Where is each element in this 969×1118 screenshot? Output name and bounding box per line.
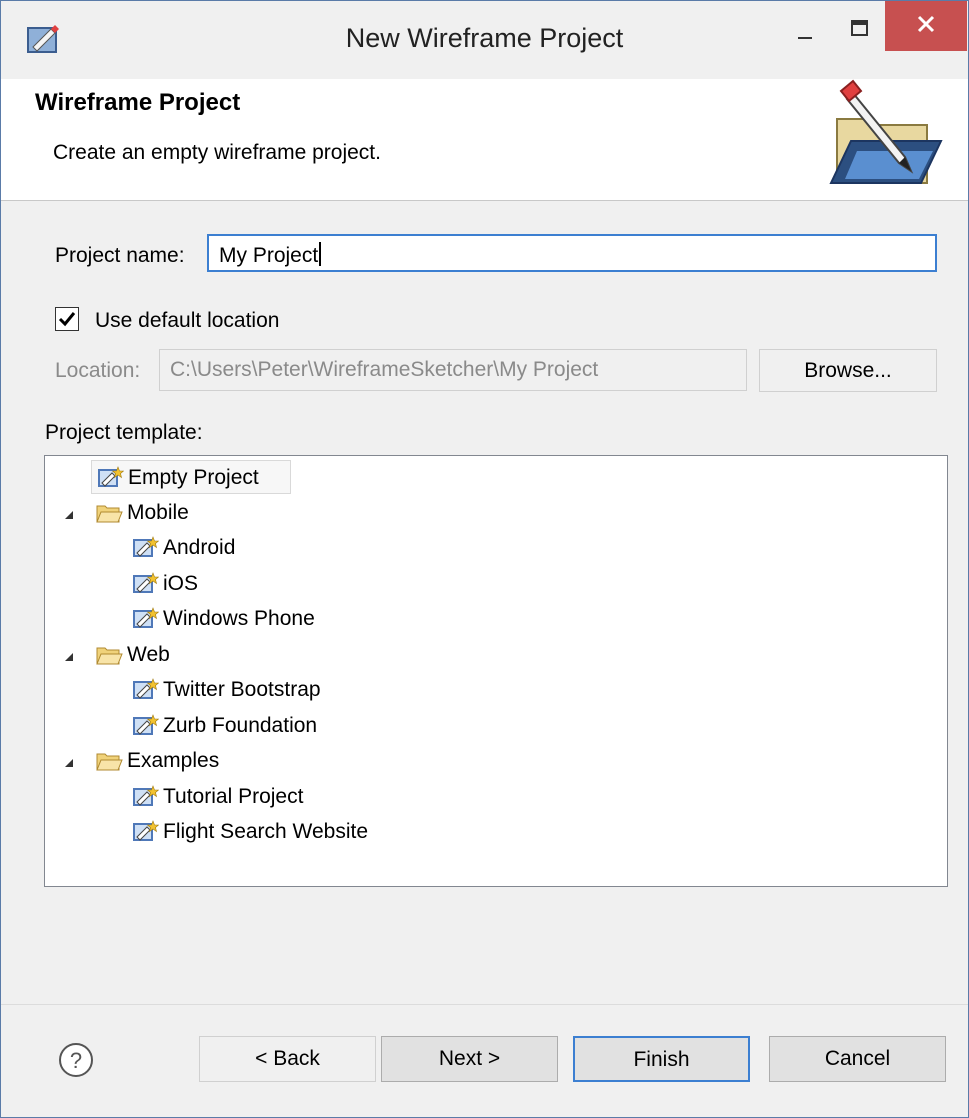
close-icon[interactable] <box>885 1 967 51</box>
cancel-button[interactable]: Cancel <box>769 1036 946 1082</box>
expanded-triangle-icon[interactable] <box>63 756 75 768</box>
project-name-input[interactable]: My Project <box>207 234 937 272</box>
tree-item-label: Mobile <box>127 500 189 524</box>
template-icon <box>133 571 159 593</box>
tree-item-label: Empty Project <box>128 466 259 489</box>
project-template-label: Project template: <box>45 421 203 444</box>
title-bar[interactable]: New Wireframe Project <box>1 1 968 79</box>
tree-template-item[interactable]: Empty Project <box>91 460 291 494</box>
template-icon <box>133 784 159 806</box>
tree-item-label: Android <box>163 536 236 559</box>
next-button[interactable]: Next > <box>381 1036 558 1082</box>
expanded-triangle-icon[interactable] <box>63 650 75 662</box>
template-icon <box>133 536 159 557</box>
tree-item-label: Web <box>127 642 170 666</box>
use-default-location-checkbox[interactable] <box>55 307 79 331</box>
use-default-location-label[interactable]: Use default location <box>95 309 279 333</box>
folder-open-icon <box>96 647 123 664</box>
footer-divider <box>1 1004 968 1005</box>
template-icon <box>133 607 159 628</box>
location-label: Location: <box>55 359 141 382</box>
template-icon <box>133 678 159 699</box>
wizard-header: Wireframe Project Create an empty wirefr… <box>1 79 968 201</box>
text-caret <box>319 242 322 266</box>
back-button: < Back <box>199 1036 376 1082</box>
tree-item-label: Zurb Foundation <box>163 713 318 737</box>
folder-open-icon <box>96 505 123 522</box>
template-icon <box>98 466 124 487</box>
tree-item-label: Tutorial Project <box>163 784 304 808</box>
browse-button: Browse... <box>759 349 937 392</box>
dialog-window: New Wireframe Project Wireframe Project … <box>0 0 969 1118</box>
finish-button[interactable]: Finish <box>573 1036 750 1082</box>
help-icon[interactable]: ? <box>57 1041 95 1079</box>
folder-open-icon <box>96 753 123 771</box>
project-template-tree[interactable]: Empty Project Mobile Android iOS Windows Pho… <box>44 455 948 887</box>
page-description: Create an empty wireframe project. <box>53 141 381 164</box>
location-field: C:\Users\Peter\WireframeSketcher\My Proj… <box>159 349 747 391</box>
template-icon <box>133 820 159 841</box>
project-name-value: My Project <box>219 244 319 267</box>
tree-item-label: Twitter Bootstrap <box>163 678 321 701</box>
wizard-pencil-folder-icon <box>829 79 943 184</box>
expanded-triangle-icon[interactable] <box>63 508 75 520</box>
tree-item-label: Flight Search Website <box>163 820 369 843</box>
tree-item-label: Examples <box>127 749 220 772</box>
page-title: Wireframe Project <box>35 89 241 116</box>
template-icon <box>133 713 159 735</box>
maximize-icon[interactable] <box>835 9 885 55</box>
tree-item-label: Windows Phone <box>163 607 315 630</box>
project-name-label: Project name: <box>55 244 185 267</box>
checkmark-icon <box>58 312 76 327</box>
minimize-icon[interactable] <box>781 9 831 55</box>
tree-item-label: iOS <box>163 571 199 595</box>
svg-text:?: ? <box>70 1048 82 1073</box>
